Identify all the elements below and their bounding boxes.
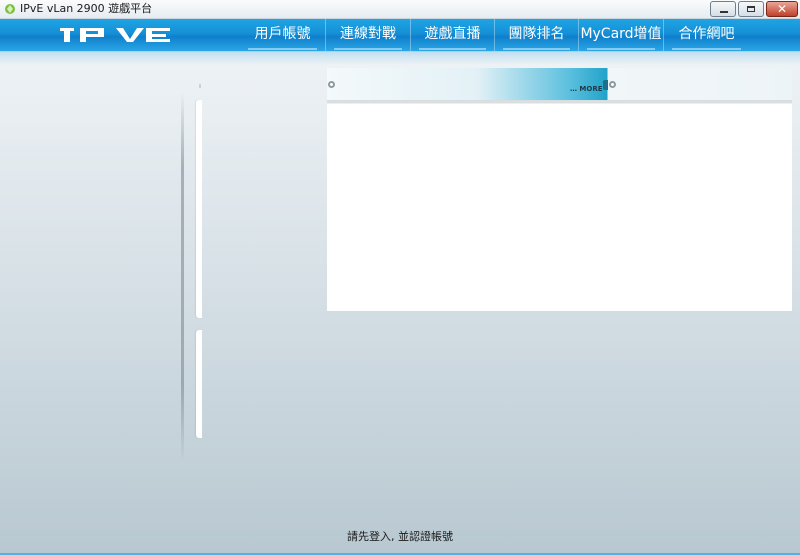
side-panel-tab-lower[interactable]	[196, 330, 202, 438]
close-button[interactable]: ✕	[766, 1, 798, 17]
title-bar: IPvE vLan 2900 遊戲平台 ✕	[0, 0, 800, 19]
nav-item-partner-cafe[interactable]: 合作網吧	[663, 19, 749, 51]
nav-item-game-live[interactable]: 遊戲直播	[410, 19, 494, 51]
more-link[interactable]: … MORE	[570, 85, 603, 93]
status-message: 請先登入, 並認證帳號	[347, 530, 453, 543]
app-window: IPvE vLan 2900 遊戲平台 ✕ 用戶帳號 連線對戰 遊戲直播 團隊排…	[0, 0, 800, 555]
close-icon: ✕	[776, 2, 788, 16]
panel-tab-marker	[199, 84, 201, 88]
nav-item-online-battle[interactable]: 連線對戰	[325, 19, 410, 51]
left-divider	[181, 92, 184, 462]
main-nav: 用戶帳號 連線對戰 遊戲直播 團隊排名 MyCard增值 合作網吧	[0, 19, 800, 51]
window-title: IPvE vLan 2900 遊戲平台	[20, 2, 153, 15]
ring-bullet-icon	[609, 81, 616, 88]
ipve-logo	[60, 28, 170, 42]
nav-item-label: 用戶帳號	[254, 26, 311, 42]
nav-glow	[0, 51, 800, 65]
content-panel-body	[327, 104, 792, 312]
app-icon	[5, 4, 15, 14]
side-panel-tab-upper[interactable]	[196, 100, 202, 318]
ring-bullet-icon	[328, 81, 335, 88]
nav-item-label: 連線對戰	[340, 26, 396, 42]
maximize-button[interactable]	[738, 1, 764, 17]
nav-item-label: 合作網吧	[678, 26, 735, 42]
nav-item-team-ranking[interactable]: 團隊排名	[494, 19, 578, 51]
maximize-icon	[747, 6, 755, 12]
nav-item-user-account[interactable]: 用戶帳號	[240, 19, 325, 51]
minimize-icon	[720, 11, 728, 13]
nav-item-mycard-topup[interactable]: MyCard增值	[578, 19, 663, 51]
content-panel-header: … MORE	[327, 68, 792, 100]
nav-item-label: 團隊排名	[508, 26, 565, 42]
nav-item-label: MyCard增值	[580, 26, 662, 42]
minimize-button[interactable]	[710, 1, 736, 17]
nav-item-label: 遊戲直播	[424, 26, 481, 42]
panel-divider	[327, 100, 792, 103]
more-tab-cap	[603, 80, 608, 90]
